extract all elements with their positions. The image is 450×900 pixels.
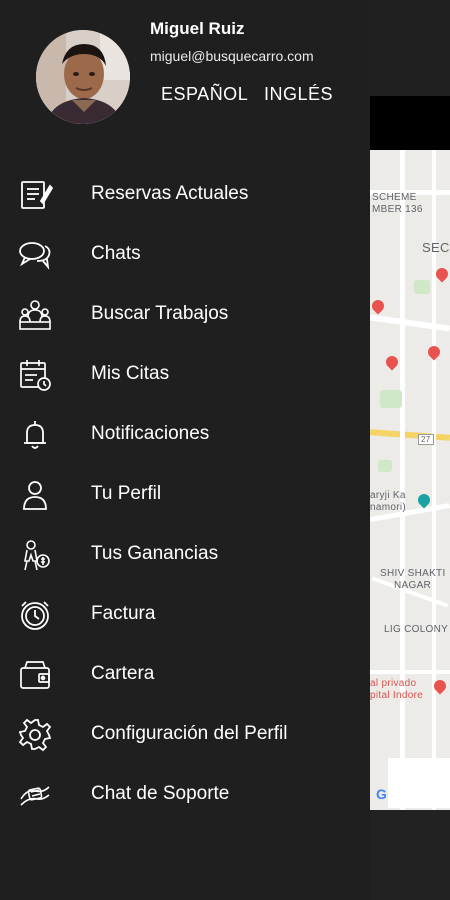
menu-item-invoice[interactable]: Factura (0, 587, 370, 643)
bell-icon (17, 417, 53, 453)
menu-item-label: Reservas Actuales (91, 183, 249, 204)
chat-icon (17, 237, 53, 273)
map-label: LIG COLONY (384, 624, 449, 635)
calendar-icon (17, 357, 53, 393)
language-english-button[interactable]: INGLÉS (264, 84, 333, 105)
map-label: MBER 136 (372, 204, 423, 215)
app-bottom-area (370, 810, 450, 900)
menu-item-label: Mis Citas (91, 363, 170, 384)
map-overlay-card (388, 758, 450, 808)
user-icon (17, 477, 53, 513)
menu-item-label: Factura (91, 603, 156, 624)
wallet-icon (17, 657, 53, 693)
menu-item-chats[interactable]: Chats (0, 227, 370, 283)
earnings-icon (17, 537, 53, 573)
map-label: SHIV SHAKTI (380, 568, 446, 579)
map-label: SEC (422, 240, 450, 255)
menu-item-label: Cartera (91, 663, 155, 684)
menu-item-label: Chats (91, 243, 141, 264)
menu-item-support-chat[interactable]: Chat de Soporte (0, 767, 370, 823)
map-view[interactable]: SCHEME MBER 136 SEC 27 aryji Ka namori) … (370, 150, 450, 810)
menu-item-label: Tus Ganancias (91, 543, 219, 564)
menu-item-my-appointments[interactable]: Mis Citas (0, 347, 370, 403)
user-name: Miguel Ruiz (150, 19, 245, 38)
menu-item-earnings[interactable]: Tus Ganancias (0, 527, 370, 583)
navigation-drawer: Miguel Ruiz miguel@busquecarro.com ESPAÑ… (0, 0, 370, 900)
menu-item-profile-settings[interactable]: Configuración del Perfil (0, 707, 370, 763)
map-pin-icon[interactable] (425, 343, 443, 361)
menu-item-label: Tu Perfil (91, 483, 162, 504)
menu-item-wallet[interactable]: Cartera (0, 647, 370, 703)
reservations-icon (17, 177, 53, 213)
menu-item-your-profile[interactable]: Tu Perfil (0, 467, 370, 523)
user-email: miguel@busquecarro.com (150, 48, 314, 64)
jobs-icon (17, 297, 53, 333)
map-label: pital Indore (370, 690, 424, 701)
drawer-header: Miguel Ruiz miguel@busquecarro.com ESPAÑ… (0, 0, 370, 150)
map-pin-icon[interactable] (370, 297, 387, 315)
support-icon (17, 777, 53, 813)
gear-icon (17, 717, 53, 753)
map-label: SCHEME (372, 192, 417, 203)
menu-item-label: Buscar Trabajos (91, 303, 229, 324)
language-spanish-button[interactable]: ESPAÑOL (161, 84, 248, 105)
avatar[interactable] (36, 30, 130, 124)
map-label: aryji Ka (370, 490, 406, 501)
road-number: 27 (418, 434, 434, 445)
menu-item-notifications[interactable]: Notificaciones (0, 407, 370, 463)
map-label: namori) (370, 502, 406, 513)
menu-item-search-jobs[interactable]: Buscar Trabajos (0, 287, 370, 343)
menu-item-current-reservations[interactable]: Reservas Actuales (0, 167, 370, 223)
map-pin-icon[interactable] (383, 353, 401, 371)
invoice-icon (17, 597, 53, 633)
menu-item-label: Configuración del Perfil (91, 723, 288, 744)
app-toolbar (370, 96, 450, 150)
menu-item-label: Chat de Soporte (91, 783, 230, 804)
map-label: al privado (370, 678, 417, 689)
menu-item-label: Notificaciones (91, 423, 210, 444)
google-logo: G (376, 786, 387, 802)
map-label: NAGAR (394, 580, 432, 591)
